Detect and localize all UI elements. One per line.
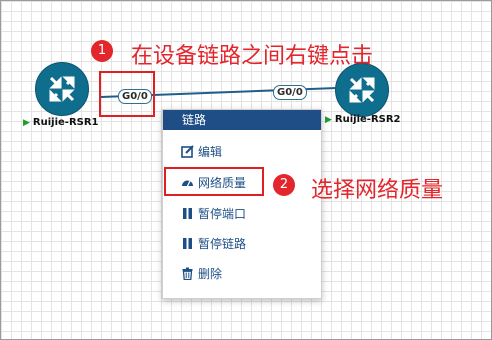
step-2-badge: 2 bbox=[273, 174, 295, 196]
router-rsr2-label: ▶ Ruijie-RSR2 bbox=[325, 114, 401, 125]
topology-canvas[interactable]: ▶ Ruijie-RSR1 ▶ Ruijie-RSR2 G0/0 G0/0 1 在设… bbox=[0, 0, 492, 340]
pause-icon bbox=[183, 208, 192, 219]
menu-item-edit[interactable]: 编辑 bbox=[181, 142, 222, 162]
pause-icon bbox=[183, 238, 192, 249]
highlight-box-link bbox=[99, 71, 155, 117]
router-rsr1-icon[interactable] bbox=[35, 62, 89, 116]
edit-icon bbox=[181, 145, 194, 158]
step-1-text: 在设备链路之间右键点击 bbox=[131, 44, 374, 69]
menu-item-pause-link[interactable]: 暂停链路 bbox=[181, 234, 246, 254]
status-play-icon: ▶ bbox=[325, 115, 332, 125]
router-rsr2-icon[interactable] bbox=[335, 63, 389, 117]
menu-item-delete[interactable]: 删除 bbox=[181, 264, 222, 284]
trash-icon bbox=[182, 267, 193, 280]
status-play-icon: ▶ bbox=[23, 118, 30, 128]
step-1-badge: 1 bbox=[91, 40, 113, 62]
port-right-label[interactable]: G0/0 bbox=[273, 85, 307, 100]
menu-item-pause-port[interactable]: 暂停端口 bbox=[181, 204, 246, 224]
menu-header: 链路 bbox=[163, 110, 321, 130]
router-rsr1-label: ▶ Ruijie-RSR1 bbox=[23, 117, 99, 128]
highlight-box-network-quality bbox=[164, 167, 264, 196]
step-2-text: 选择网络质量 bbox=[311, 178, 444, 203]
link-context-menu: 链路 编辑 网络质量 暂停端口 暂停链路 删除 bbox=[162, 109, 322, 299]
